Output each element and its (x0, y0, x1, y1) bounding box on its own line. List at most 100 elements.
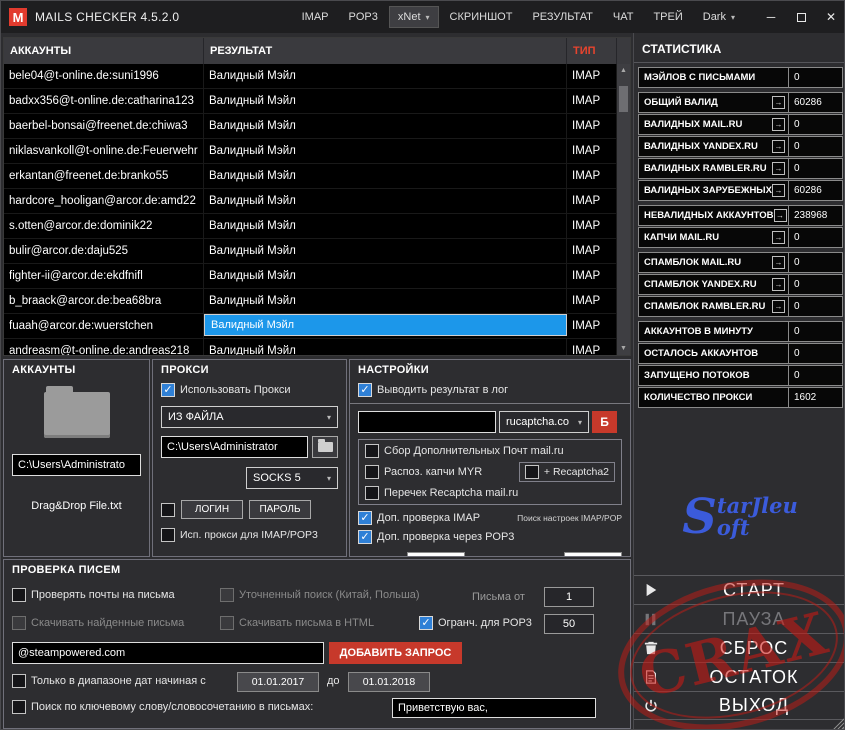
export-arrow-icon[interactable]: → (772, 118, 785, 131)
brand-line1: tarJleu (717, 495, 798, 517)
date-range-checkbox[interactable]: Только в диапазоне дат начиная с (12, 674, 206, 688)
proxy-source-select[interactable]: ИЗ ФАЙЛА ▾ (161, 406, 338, 428)
threads-input[interactable] (564, 552, 622, 557)
folder-icon[interactable] (44, 392, 110, 438)
download-found-checkbox[interactable]: Скачивать найденные письма (12, 616, 184, 630)
export-arrow-icon[interactable]: → (774, 209, 787, 222)
table-row[interactable]: niklasvankoll@t-online.de:FeuerwehrВалид… (4, 139, 617, 164)
table-row[interactable]: fuaah@arcor.de:wuerstchenВалидный МэйлIM… (4, 314, 617, 339)
scroll-down-icon[interactable]: ▼ (620, 342, 627, 355)
table-row[interactable]: fighter-ii@arcor.de:ekdfniflВалидный Мэй… (4, 264, 617, 289)
export-arrow-icon[interactable]: → (772, 300, 785, 313)
download-html-checkbox[interactable]: Скачивать письма в HTML (220, 616, 374, 630)
balance-button[interactable]: Б (592, 411, 617, 433)
password-button[interactable]: ПАРОЛЬ (249, 500, 311, 519)
export-arrow-icon[interactable]: → (772, 140, 785, 153)
brand-logo: S tarJleu oft (634, 495, 845, 539)
stat-row: СПАМБЛОК RAMBLER.RU→0 (638, 296, 844, 317)
column-header-result[interactable]: РЕЗУЛЬТАТ (204, 38, 567, 64)
table-row[interactable]: s.otten@arcor.de:dominik22Валидный МэйлI… (4, 214, 617, 239)
use-proxy-checkbox[interactable]: Использовать Прокси (161, 383, 338, 397)
accounts-path-input[interactable] (12, 454, 141, 476)
menu-item-screenshot[interactable]: СКРИНШОТ (441, 5, 522, 29)
maximize-button[interactable] (786, 1, 816, 33)
sidebar: СТАТИСТИКА МЭЙЛОВ С ПИСЬМАМИ0ОБЩИЙ ВАЛИД… (633, 33, 845, 730)
date-from-input[interactable]: 01.01.2017 (237, 672, 319, 692)
column-header-accounts[interactable]: АККАУНТЫ (4, 38, 204, 64)
result-cell: Валидный Мэйл (204, 64, 567, 88)
type-cell: IMAP (567, 289, 617, 313)
remainder-button[interactable]: ОСТАТОК (634, 662, 845, 691)
action-label: СТАРТ (672, 580, 836, 601)
table-row[interactable]: badxx356@t-online.de:catharina123Валидны… (4, 89, 617, 114)
check-letters-checkbox[interactable]: Проверять почты на письма (12, 588, 175, 602)
keyword-input[interactable] (392, 698, 596, 718)
account-cell: erkantan@freenet.de:branko55 (4, 164, 204, 188)
export-arrow-icon[interactable]: → (772, 231, 785, 244)
table-row[interactable]: erkantan@freenet.de:branko55Валидный Мэй… (4, 164, 617, 189)
collect-mailru-checkbox[interactable]: Сбор Дополнительных Почт mail.ru (365, 444, 615, 458)
search-query-input[interactable] (12, 642, 324, 664)
menu-item-xnet[interactable]: xNet▾ (389, 6, 439, 28)
close-button[interactable]: ✕ (816, 1, 845, 33)
type-cell: IMAP (567, 164, 617, 188)
table-scrollbar[interactable]: ▲ ▼ (617, 64, 630, 355)
result-cell: Валидный Мэйл (204, 189, 567, 213)
menu-item-chat[interactable]: ЧАТ (604, 5, 643, 29)
checkbox-box (12, 700, 26, 714)
table-row[interactable]: b_braack@arcor.de:bea68braВалидный МэйлI… (4, 289, 617, 314)
extra-pop3-checkbox[interactable]: Доп. проверка через POP3 (358, 530, 622, 544)
proxy-type-select[interactable]: SOCKS 5 ▾ (246, 467, 338, 489)
letters-from-input[interactable] (544, 587, 594, 607)
captcha-service-select[interactable]: rucaptcha.co ▾ (499, 411, 589, 433)
chevron-down-icon: ▾ (327, 413, 331, 422)
recaptcha2-checkbox[interactable]: + Recaptcha2 (519, 462, 615, 482)
export-arrow-icon[interactable]: → (772, 184, 785, 197)
table-row[interactable]: bulir@arcor.de:daju525Валидный МэйлIMAP (4, 239, 617, 264)
extra-imap-checkbox[interactable]: Доп. проверка IMAP (358, 511, 480, 525)
pop3-limit-checkbox[interactable]: Огранч. для POP3 (419, 616, 532, 630)
minimize-button[interactable]: ─ (756, 1, 786, 33)
menu-item-theme[interactable]: Dark▾ (694, 5, 744, 29)
login-button[interactable]: ЛОГИН (181, 500, 243, 519)
menu-item-result[interactable]: РЕЗУЛЬТАТ (523, 5, 601, 29)
resize-grip[interactable] (832, 717, 844, 729)
proxy-path-input[interactable] (161, 436, 308, 458)
column-header-type[interactable]: ТИП (567, 38, 617, 64)
recognize-captcha-checkbox[interactable]: Распоз. капчи MYR (365, 465, 482, 479)
menu-item-pop3[interactable]: POP3 (340, 5, 387, 29)
browse-proxy-button[interactable] (312, 436, 338, 458)
menu-item-imap[interactable]: IMAP (293, 5, 338, 29)
menu-item-tray[interactable]: ТРЕЙ (644, 5, 691, 29)
start-button[interactable]: СТАРТ (634, 575, 845, 604)
pause-button[interactable]: ПАУЗА (634, 604, 845, 633)
threads-label: Потоков (515, 556, 557, 557)
account-cell: niklasvankoll@t-online.de:Feuerwehr (4, 139, 204, 163)
add-query-button[interactable]: ДОБАВИТЬ ЗАПРОС (329, 642, 462, 664)
timeout-input[interactable] (407, 552, 465, 557)
select-value: ИЗ ФАЙЛА (168, 411, 224, 423)
recheck-recaptcha-checkbox[interactable]: Перечек Recaptcha mail.ru (365, 486, 615, 500)
pop3-limit-input[interactable] (544, 614, 594, 634)
exit-button[interactable]: ВЫХОД (634, 691, 845, 720)
scrollbar-thumb[interactable] (619, 86, 628, 112)
reset-button[interactable]: СБРОС (634, 633, 845, 662)
table-row[interactable]: bele04@t-online.de:suni1996Валидный Мэйл… (4, 64, 617, 89)
type-cell: IMAP (567, 239, 617, 263)
captcha-key-input[interactable] (358, 411, 496, 433)
table-row[interactable]: hardcore_hooligan@arcor.de:amd22Валидный… (4, 189, 617, 214)
scroll-up-icon[interactable]: ▲ (620, 64, 627, 77)
export-arrow-icon[interactable]: → (772, 96, 785, 109)
export-arrow-icon[interactable]: → (772, 278, 785, 291)
checkbox-label: + Recaptcha2 (544, 466, 609, 478)
refined-search-checkbox[interactable]: Уточненный поиск (Китай, Польша) (220, 588, 420, 602)
export-arrow-icon[interactable]: → (772, 256, 785, 269)
proxy-imap-pop3-checkbox[interactable]: Исп. прокси для IMAP/POP3 (161, 528, 338, 542)
proxy-auth-checkbox[interactable] (161, 503, 175, 517)
export-arrow-icon[interactable]: → (772, 162, 785, 175)
table-row[interactable]: baerbel-bonsai@freenet.de:chiwa3Валидный… (4, 114, 617, 139)
table-row[interactable]: andreasm@t-online.de:andreas218Валидный … (4, 339, 617, 355)
date-to-input[interactable]: 01.01.2018 (348, 672, 430, 692)
log-output-checkbox[interactable]: Выводить результат в лог (358, 383, 622, 397)
keyword-search-checkbox[interactable]: Поиск по ключевому слову/словосочетанию … (12, 700, 313, 714)
